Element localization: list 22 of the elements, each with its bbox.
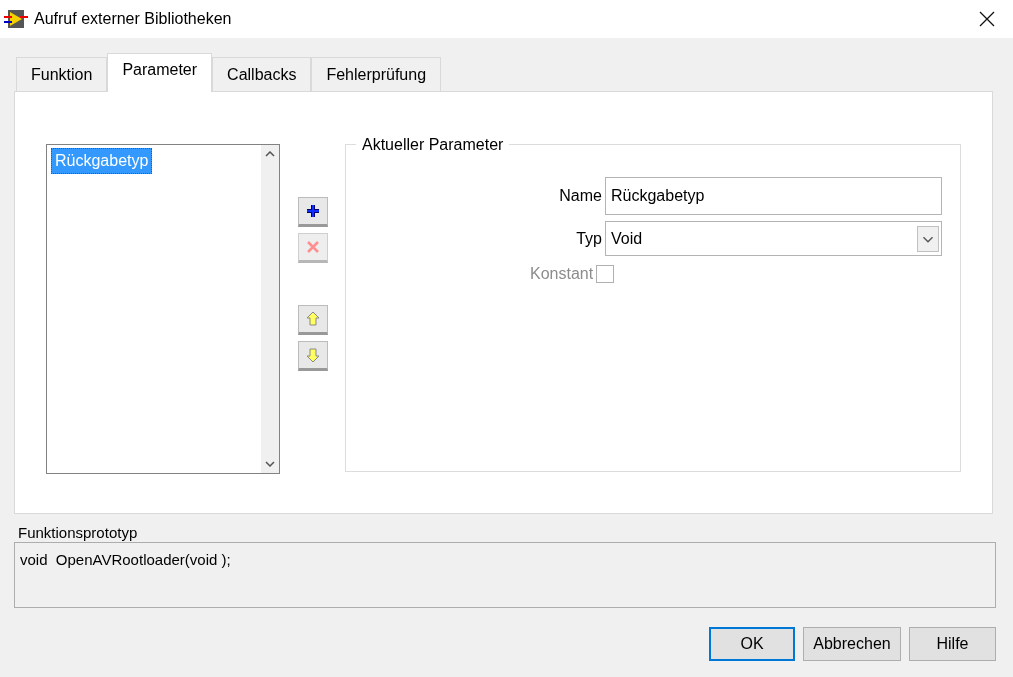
name-field[interactable]: Rückgabetyp [605,177,942,215]
close-icon[interactable] [979,11,995,27]
tab[interactable]: Fehlerprüfung [311,57,442,91]
app-icon [4,9,28,29]
prototype-field: void OpenAVRootloader(void ); [14,542,996,608]
up-button[interactable] [298,305,328,335]
tab[interactable]: Callbacks [212,57,312,91]
dialog-button[interactable]: Hilfe [909,627,996,661]
tab[interactable]: Funktion [16,57,108,91]
dialog-button[interactable]: Abbrechen [803,627,901,661]
add-button[interactable] [298,197,328,227]
down-button[interactable] [298,341,328,371]
constant-label: Konstant [530,264,594,284]
dialog-button[interactable]: OK [709,627,795,661]
tab[interactable]: Parameter [107,53,213,92]
window-title: Aufruf externer Bibliotheken [34,9,232,29]
prototype-label: Funktionsprototyp [18,523,139,542]
scroll-up-icon[interactable] [265,151,275,157]
type-dropdown[interactable]: Void [605,221,942,256]
scroll-down-icon[interactable] [265,461,275,467]
name-label: Name [559,186,602,206]
type-label: Typ [576,228,602,249]
